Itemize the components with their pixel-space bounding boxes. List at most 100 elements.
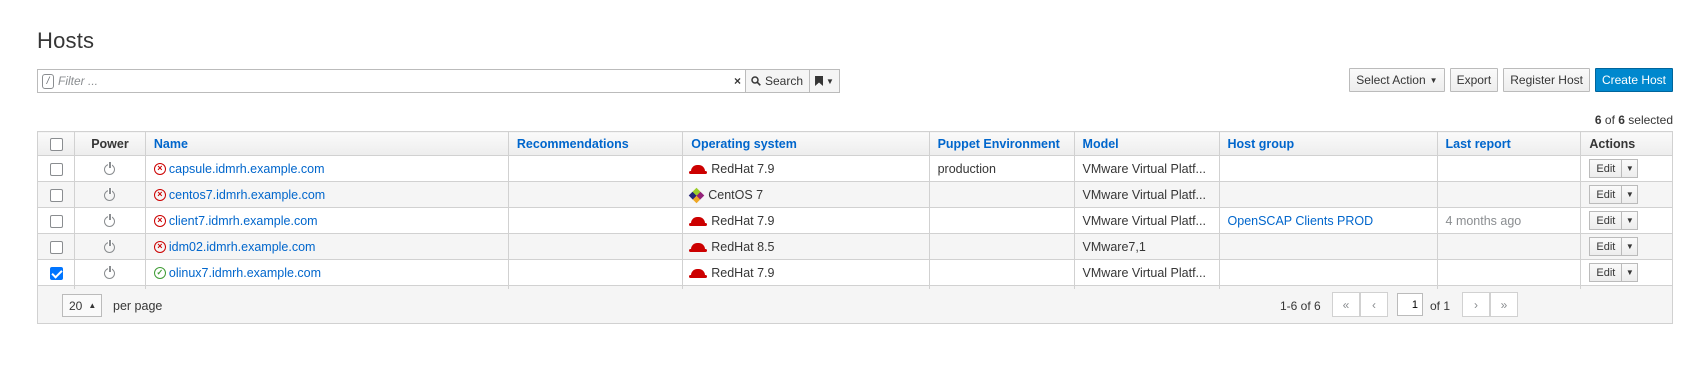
chevron-down-icon[interactable]: ▼ <box>1622 237 1639 256</box>
host-name-link[interactable]: centos7.idmrh.example.com <box>169 188 325 202</box>
edit-button[interactable]: Edit <box>1589 185 1623 204</box>
table-row: × client7.idmrh.example.com RedHat 7.9 VMwa… <box>36 207 1673 234</box>
table-row: ✓ olinux7.idmrh.example.com RedHat 7.9 VMwa… <box>36 259 1673 286</box>
column-header-puppet-env[interactable]: Puppet Environment <box>928 131 1075 156</box>
actions-cell: Edit▼ <box>1580 233 1673 260</box>
power-cell <box>74 181 146 208</box>
name-cell: × idm02.idmrh.example.com <box>144 233 509 260</box>
error-status-icon: × <box>153 241 166 254</box>
edit-button[interactable]: Edit <box>1589 237 1623 256</box>
power-cell <box>74 155 146 182</box>
os-cell: RedHat 7.9 <box>682 155 930 182</box>
host-group-link[interactable]: OpenSCAP Clients PROD <box>1228 214 1374 228</box>
row-checkbox[interactable] <box>49 266 63 280</box>
per-page-dropdown[interactable]: 20 ▲ <box>62 294 102 317</box>
close-icon[interactable]: × <box>734 75 741 87</box>
chevron-down-icon: ▼ <box>826 76 834 86</box>
chevron-down-icon[interactable]: ▼ <box>1622 263 1639 282</box>
selected-count: 6 of 6 selected <box>1595 113 1673 127</box>
os-name: RedHat 7.9 <box>711 213 775 228</box>
row-checkbox[interactable] <box>49 240 63 254</box>
select-action-label: Select Action <box>1356 73 1426 87</box>
last-report-cell <box>1436 259 1582 286</box>
selected-total: 6 <box>1618 113 1625 127</box>
register-host-button[interactable]: Register Host <box>1503 68 1590 92</box>
hosts-table: Power Name Recommendations Operating sys… <box>36 131 1673 312</box>
host-name-link[interactable]: olinux7.idmrh.example.com <box>169 266 321 280</box>
power-icon[interactable] <box>104 213 116 227</box>
select-all-checkbox[interactable] <box>49 137 63 151</box>
search-button[interactable]: Search <box>745 69 811 93</box>
column-header-recommendations[interactable]: Recommendations <box>507 131 684 156</box>
power-cell <box>74 233 146 260</box>
chevron-left-icon: ‹ <box>1372 297 1376 312</box>
model-cell: VMware Virtual Platf... <box>1073 155 1220 182</box>
create-host-button[interactable]: Create Host <box>1594 68 1673 92</box>
name-cell: × client7.idmrh.example.com <box>144 207 509 234</box>
chevron-right-icon: › <box>1474 297 1478 312</box>
search-input[interactable] <box>58 72 708 90</box>
per-page-value: 20 <box>69 298 83 313</box>
host-name-link[interactable]: idm02.idmrh.example.com <box>169 240 316 254</box>
next-page-button[interactable]: › <box>1462 292 1490 317</box>
power-icon[interactable] <box>104 187 116 201</box>
host-group-cell: OpenSCAP Clients PROD <box>1218 207 1438 234</box>
row-checkbox[interactable] <box>49 162 63 176</box>
table-row: × capsule.idmrh.example.com RedHat 7.9 prod… <box>36 155 1673 182</box>
host-name-link[interactable]: client7.idmrh.example.com <box>169 214 318 228</box>
chevron-down-icon[interactable]: ▼ <box>1622 159 1639 178</box>
chevron-down-icon: ▼ <box>1429 75 1438 85</box>
table-header-row: Power Name Recommendations Operating sys… <box>36 131 1673 156</box>
recommendations-cell <box>507 155 684 182</box>
last-report-cell: 4 months ago <box>1436 207 1582 234</box>
edit-split-button: Edit▼ <box>1589 159 1639 178</box>
page-number-input[interactable] <box>1397 293 1423 316</box>
export-button[interactable]: Export <box>1449 68 1499 92</box>
actions-cell: Edit▼ <box>1580 259 1673 286</box>
puppet-env-cell <box>928 207 1075 234</box>
column-header-actions: Actions <box>1580 131 1673 156</box>
row-checkbox[interactable] <box>49 214 63 228</box>
recommendations-cell <box>507 207 684 234</box>
double-chevron-right-icon: » <box>1500 297 1508 312</box>
first-page-button[interactable]: « <box>1332 292 1360 317</box>
name-cell: × capsule.idmrh.example.com <box>144 155 509 182</box>
model-cell: VMware7,1 <box>1073 233 1220 260</box>
selected-of: of <box>1604 113 1615 127</box>
last-report-value: 4 months ago <box>1445 213 1522 228</box>
chevron-down-icon[interactable]: ▼ <box>1622 185 1639 204</box>
table-row: × centos7.idmrh.example.com CentOS 7 VMware… <box>36 181 1673 208</box>
bookmark-dropdown[interactable]: ▼ <box>810 69 840 93</box>
previous-page-button[interactable]: ‹ <box>1360 292 1388 317</box>
column-header-last-report[interactable]: Last report <box>1436 131 1582 156</box>
puppet-env-cell <box>928 259 1075 286</box>
model-cell: VMware Virtual Platf... <box>1073 259 1220 286</box>
row-select-cell <box>36 233 76 260</box>
centos-icon <box>688 187 705 203</box>
edit-button[interactable]: Edit <box>1589 159 1623 178</box>
column-header-os[interactable]: Operating system <box>682 131 930 156</box>
select-action-dropdown[interactable]: Select Action ▼ <box>1349 68 1445 92</box>
puppet-env-cell <box>928 181 1075 208</box>
os-cell: RedHat 8.5 <box>682 233 930 260</box>
column-header-name[interactable]: Name <box>144 131 509 156</box>
column-header-host-group[interactable]: Host group <box>1218 131 1438 156</box>
os-cell: RedHat 7.9 <box>682 207 930 234</box>
edit-button[interactable]: Edit <box>1589 211 1623 230</box>
host-name-link[interactable]: capsule.idmrh.example.com <box>169 162 325 176</box>
power-icon[interactable] <box>104 265 116 279</box>
redhat-icon <box>689 165 708 175</box>
row-checkbox[interactable] <box>49 188 63 202</box>
edit-button[interactable]: Edit <box>1589 263 1623 282</box>
chevron-down-icon[interactable]: ▼ <box>1622 211 1639 230</box>
last-page-button[interactable]: » <box>1490 292 1518 317</box>
os-name: CentOS 7 <box>708 187 764 202</box>
double-chevron-left-icon: « <box>1342 297 1350 312</box>
power-icon[interactable] <box>104 161 116 175</box>
power-icon[interactable] <box>104 239 116 253</box>
last-report-cell <box>1436 233 1582 260</box>
column-header-model[interactable]: Model <box>1073 131 1220 156</box>
recommendations-cell <box>507 259 684 286</box>
row-select-cell <box>36 155 76 182</box>
page-title: Hosts <box>37 28 95 53</box>
